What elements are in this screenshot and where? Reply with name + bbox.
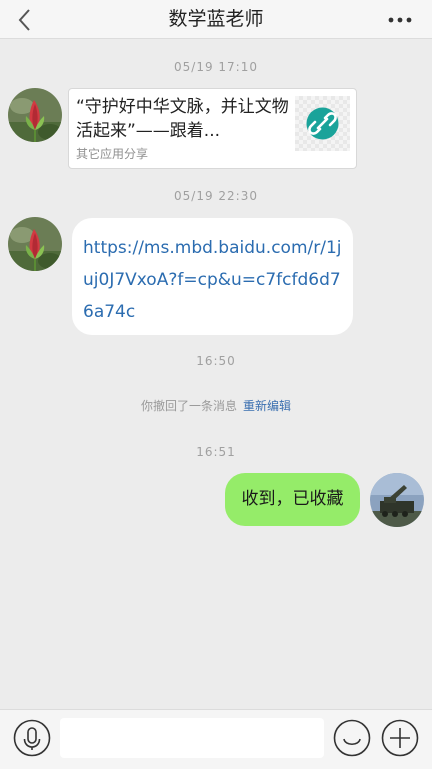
- shared-article-title: “守护好中华文脉，并让文物活起来”——跟着...: [76, 97, 289, 141]
- smiley-icon: [333, 719, 371, 757]
- self-avatar[interactable]: [370, 473, 424, 527]
- flower-bud-avatar-image: [8, 217, 62, 271]
- shared-article-thumbnail: [295, 96, 350, 151]
- flower-bud-avatar-image: [8, 88, 62, 142]
- sent-message-bubble: 收到，已收藏: [225, 473, 360, 526]
- message-timestamp: 05/19 22:30: [174, 189, 258, 203]
- more-actions-button[interactable]: [381, 719, 419, 757]
- shared-article-card[interactable]: “守护好中华文脉，并让文物活起来”——跟着... 其它应用分享: [68, 88, 357, 169]
- message-input[interactable]: [60, 718, 324, 758]
- plus-icon: [381, 719, 419, 757]
- message-timestamp: 16:51: [196, 445, 236, 459]
- vehicle-avatar-image: [370, 473, 424, 527]
- contact-avatar[interactable]: [8, 217, 62, 271]
- recall-notice: 你撤回了一条消息 重新编辑: [0, 397, 432, 414]
- re-edit-link[interactable]: 重新编辑: [243, 399, 291, 413]
- more-button[interactable]: [386, 8, 414, 32]
- recall-notice-text: 你撤回了一条消息: [140, 399, 237, 413]
- emoji-button[interactable]: [333, 719, 371, 757]
- message-timestamp: 16:50: [196, 354, 236, 368]
- composer-bar: [0, 709, 432, 769]
- message-timestamp: 05/19 17:10: [174, 60, 258, 74]
- chat-title: 数学蓝老师: [168, 8, 264, 30]
- microphone-icon: [13, 719, 51, 757]
- link-message-bubble: https://ms.mbd.baidu.com/r/1juj0J7VxoA?f…: [72, 218, 353, 335]
- message-link[interactable]: https://ms.mbd.baidu.com/r/1juj0J7VxoA?f…: [83, 232, 343, 328]
- top-bar: 数学蓝老师: [0, 0, 432, 39]
- shared-article-source: 其它应用分享: [76, 147, 149, 161]
- link-icon: [306, 107, 339, 140]
- more-dots-icon: [388, 17, 412, 23]
- voice-input-button[interactable]: [13, 719, 51, 757]
- contact-avatar[interactable]: [8, 88, 62, 142]
